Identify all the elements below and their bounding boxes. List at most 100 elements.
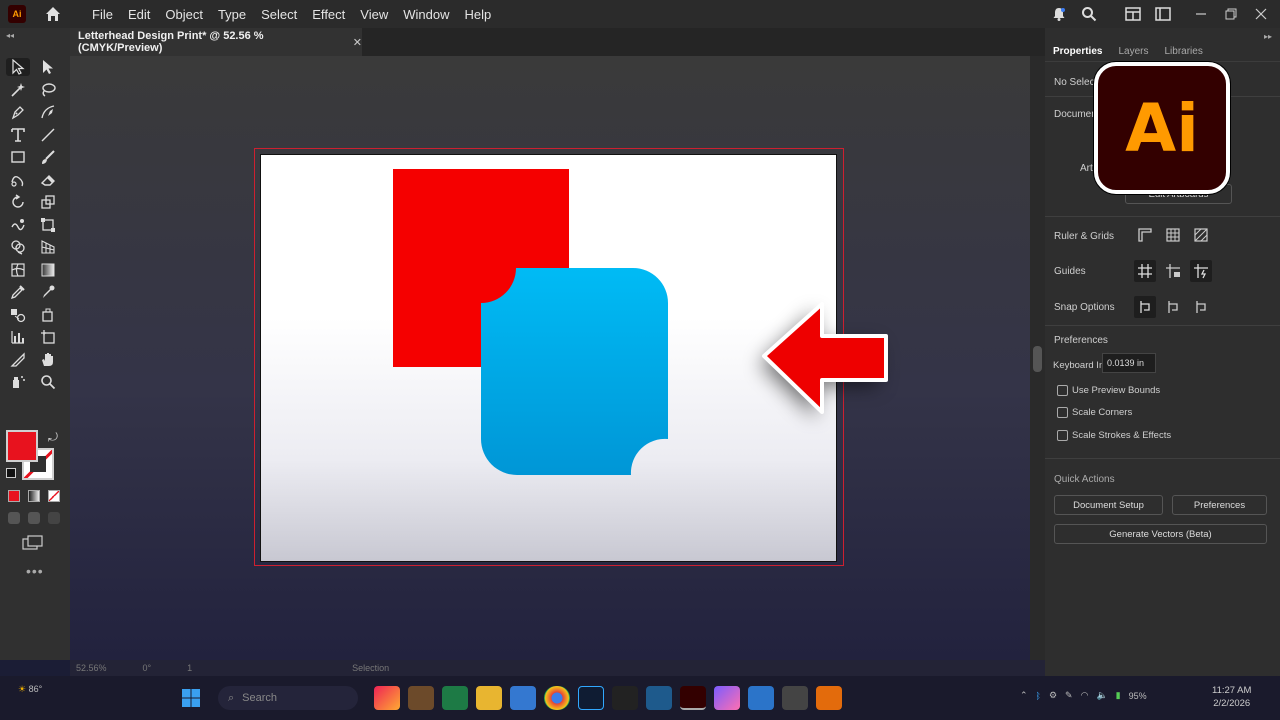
use-preview-bounds-checkbox[interactable]	[1057, 385, 1068, 396]
screen-mode-icon[interactable]	[22, 535, 44, 551]
free-transform-tool-icon[interactable]	[36, 216, 60, 234]
taskbar-media-icon[interactable]	[646, 686, 672, 710]
pen-tool-icon[interactable]	[6, 103, 30, 121]
default-fill-stroke-icon[interactable]	[6, 468, 16, 478]
perspective-grid-tool-icon[interactable]	[36, 238, 60, 256]
menu-select[interactable]: Select	[261, 7, 297, 22]
home-icon[interactable]	[44, 5, 62, 23]
eraser-tool-icon[interactable]	[36, 171, 60, 189]
swap-fill-stroke-icon[interactable]: ⤾	[48, 430, 58, 445]
close-window-icon[interactable]	[1250, 3, 1272, 25]
symbol-sprayer-tool-icon[interactable]	[6, 373, 30, 391]
edit-toolbar-more-icon[interactable]: •••	[26, 563, 44, 579]
close-tab-icon[interactable]: ✕	[353, 36, 362, 49]
slice-tool-icon[interactable]	[6, 351, 30, 369]
tray-app-icon[interactable]: ⚙	[1049, 690, 1057, 701]
taskbar-vlc-icon[interactable]	[816, 686, 842, 710]
gradient-tool-icon[interactable]	[36, 261, 60, 279]
search-icon[interactable]	[1078, 3, 1100, 25]
generate-vectors-button[interactable]: Generate Vectors (Beta)	[1054, 524, 1267, 544]
draw-normal-icon[interactable]	[8, 512, 20, 524]
zoom-level-field[interactable]: 52.56%	[76, 663, 107, 673]
taskbar-photoshop-icon[interactable]	[578, 686, 604, 710]
taskbar-clock[interactable]: 11:27 AM 2/2/2026	[1212, 684, 1251, 710]
tab-layers[interactable]: Layers	[1110, 42, 1156, 61]
column-graph-tool-icon[interactable]	[6, 328, 30, 346]
color-mode-icon[interactable]	[8, 490, 20, 502]
taskbar-photos-icon[interactable]	[748, 686, 774, 710]
menu-help[interactable]: Help	[464, 7, 491, 22]
artboard-tool-icon[interactable]	[36, 328, 60, 346]
warp-tool-icon[interactable]	[6, 216, 30, 234]
zoom-tool-icon[interactable]	[36, 373, 60, 391]
none-mode-icon[interactable]	[48, 490, 60, 502]
curvature-tool-icon[interactable]	[36, 103, 60, 121]
notification-bell-icon[interactable]	[1048, 3, 1070, 25]
eyedropper-tool-icon-alt[interactable]	[6, 283, 30, 301]
draw-inside-icon[interactable]	[48, 512, 60, 524]
transparency-grid-icon[interactable]	[1190, 224, 1212, 246]
scale-strokes-checkbox[interactable]	[1057, 430, 1068, 441]
use-preview-bounds-row[interactable]: Use Preview Bounds	[1057, 385, 1160, 396]
rotate-tool-icon[interactable]	[6, 193, 30, 211]
collapse-panel-icon[interactable]: ▸▸	[1264, 32, 1272, 41]
blue-rounded-shape[interactable]	[481, 268, 668, 475]
wifi-icon[interactable]: ◠	[1081, 690, 1089, 701]
artboard-number-field[interactable]: 1	[187, 663, 192, 673]
paintbrush-tool-icon[interactable]	[36, 148, 60, 166]
windows-start-icon[interactable]	[181, 688, 201, 708]
lock-guides-icon[interactable]	[1162, 260, 1184, 282]
taskbar-search[interactable]: ⌕ Search	[218, 686, 358, 710]
gradient-mode-icon[interactable]	[28, 490, 40, 502]
menu-type[interactable]: Type	[218, 7, 246, 22]
bluetooth-icon[interactable]: ᛒ	[1036, 691, 1041, 701]
battery-icon[interactable]: ▮	[1116, 690, 1121, 701]
menu-window[interactable]: Window	[403, 7, 449, 22]
scale-corners-row[interactable]: Scale Corners	[1057, 407, 1132, 418]
menu-view[interactable]: View	[360, 7, 388, 22]
fill-color-swatch[interactable]	[6, 430, 38, 462]
scale-corners-checkbox[interactable]	[1057, 407, 1068, 418]
weather-widget[interactable]: ☀ 86°	[18, 684, 42, 695]
selection-tool-icon[interactable]	[6, 58, 30, 76]
arrange-documents-icon[interactable]	[1122, 3, 1144, 25]
tab-libraries[interactable]: Libraries	[1156, 42, 1210, 61]
blend-tool-icon[interactable]	[6, 306, 30, 324]
eyedropper-tool-icon[interactable]	[36, 283, 60, 301]
shaper-tool-icon[interactable]	[6, 171, 30, 189]
smart-guides-icon[interactable]	[1190, 260, 1212, 282]
type-tool-icon[interactable]	[6, 126, 30, 144]
shape-builder-tool-icon[interactable]	[6, 238, 30, 256]
canvas-area[interactable]	[70, 56, 1030, 660]
taskbar-copilot-icon[interactable]	[714, 686, 740, 710]
pen-icon[interactable]: ✎	[1065, 690, 1073, 701]
snap-to-point-icon[interactable]	[1134, 296, 1156, 318]
snap-to-glyph-icon[interactable]	[1190, 296, 1212, 318]
taskbar-capcut-icon[interactable]	[612, 686, 638, 710]
minimize-window-icon[interactable]	[1190, 3, 1212, 25]
menu-edit[interactable]: Edit	[128, 7, 150, 22]
menu-effect[interactable]: Effect	[312, 7, 345, 22]
taskbar-app-panel-icon[interactable]	[782, 686, 808, 710]
taskbar-excel-icon[interactable]	[442, 686, 468, 710]
document-setup-button[interactable]: Document Setup	[1054, 495, 1163, 515]
ruler-icon[interactable]	[1134, 224, 1156, 246]
grid-icon[interactable]	[1162, 224, 1184, 246]
taskbar-illustrator-icon[interactable]	[680, 686, 706, 710]
restore-window-icon[interactable]	[1220, 3, 1242, 25]
magic-wand-tool-icon[interactable]	[6, 81, 30, 99]
document-tab[interactable]: Letterhead Design Print* @ 52.56 % (CMYK…	[70, 28, 362, 56]
lasso-tool-icon[interactable]	[36, 81, 60, 99]
scrollbar-thumb[interactable]	[1033, 346, 1042, 372]
snap-to-pixel-icon[interactable]	[1162, 296, 1184, 318]
taskbar-store-icon[interactable]	[510, 686, 536, 710]
volume-icon[interactable]: 🔈	[1096, 690, 1107, 701]
taskbar-app-widget-icon[interactable]	[374, 686, 400, 710]
scale-tool-icon[interactable]	[36, 193, 60, 211]
hand-tool-icon[interactable]	[36, 351, 60, 369]
draw-behind-icon[interactable]	[28, 512, 40, 524]
taskbar-chrome-icon[interactable]	[544, 686, 570, 710]
keyboard-increment-field[interactable]	[1102, 353, 1156, 373]
live-paint-bucket-tool-icon[interactable]	[36, 306, 60, 324]
menu-file[interactable]: File	[92, 7, 113, 22]
